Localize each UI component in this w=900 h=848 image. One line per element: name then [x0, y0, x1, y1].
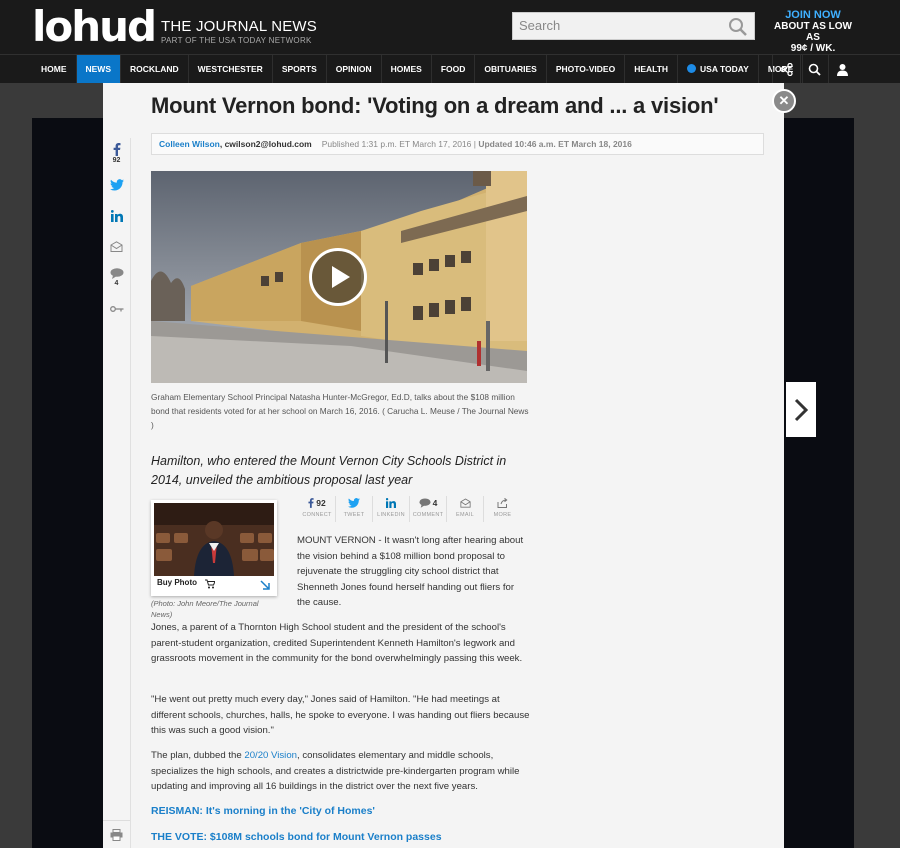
rail-facebook-button[interactable]: 92: [103, 138, 130, 169]
rail-email-button[interactable]: [103, 231, 130, 262]
search-input[interactable]: [519, 18, 719, 33]
share-label: LINKEDIN: [377, 512, 405, 518]
share-label: MORE: [493, 512, 512, 518]
promo-line-2: ABOUT AS LOW AS: [774, 21, 852, 43]
rail-divider: [130, 138, 131, 848]
author-email[interactable]: , cwilson2@lohud.com: [220, 139, 312, 149]
email-icon: [110, 241, 123, 252]
buy-photo-button[interactable]: Buy Photo: [157, 578, 197, 587]
article-headline: Mount Vernon bond: 'Voting on a dream an…: [151, 93, 719, 118]
email-icon: [459, 498, 471, 508]
share-linkedin[interactable]: LINKEDIN: [373, 496, 410, 522]
rail-print-button[interactable]: [103, 820, 130, 848]
twitter-icon: [109, 178, 124, 190]
promo-line-1: JOIN NOW: [785, 9, 841, 21]
rail-more-button[interactable]: [103, 293, 130, 324]
nav-item-health[interactable]: HEALTH: [625, 55, 679, 83]
nav-item-homes[interactable]: HOMES: [382, 55, 432, 83]
nav-items: HOME NEWS ROCKLAND WESTCHESTER SPORTS OP…: [32, 55, 804, 83]
cart-icon[interactable]: [205, 579, 215, 589]
share-out-icon: [497, 498, 508, 508]
video-player[interactable]: [151, 171, 527, 383]
next-article-button[interactable]: [786, 382, 816, 437]
rail-comment-count: 4: [114, 280, 119, 287]
byline: Colleen Wilson, cwilson2@lohud.com Publis…: [151, 133, 764, 155]
inline-photo[interactable]: Buy Photo: [151, 500, 277, 596]
share-label: CONNECT: [302, 512, 332, 518]
nav-item-sports[interactable]: SPORTS: [273, 55, 327, 83]
share-comment[interactable]: 4 COMMENT: [410, 496, 447, 522]
nav-search-icon[interactable]: [800, 55, 828, 83]
share-label: COMMENT: [412, 512, 444, 518]
play-icon: [332, 266, 350, 288]
article-paragraph-2: Jones, a parent of a Thornton High Schoo…: [151, 622, 523, 664]
rail-comment-button[interactable]: 4: [103, 262, 130, 293]
rail-facebook-count: 92: [112, 157, 121, 164]
close-button[interactable]: ✕: [772, 89, 796, 113]
share-comment-count: 4: [432, 498, 438, 508]
facebook-icon: [308, 498, 314, 508]
article-paragraph-4: The plan, dubbed the 20/20 Vision, conso…: [151, 748, 531, 795]
nav-item-news[interactable]: NEWS: [76, 55, 121, 83]
related-link-reisman[interactable]: REISMAN: It's morning in the 'City of Ho…: [151, 805, 375, 817]
vision-link[interactable]: 20/20 Vision: [244, 750, 297, 761]
linkedin-icon: [110, 209, 123, 222]
search-box: [512, 12, 755, 40]
nav-item-home[interactable]: HOME: [32, 55, 77, 83]
nav-item-obituaries[interactable]: OBITUARIES: [475, 55, 547, 83]
promo-line-3: 99¢ / WK.: [790, 43, 836, 54]
related-link-vote[interactable]: THE VOTE: $108M schools bond for Mount V…: [151, 831, 442, 843]
comment-icon: [110, 268, 123, 279]
site-logo[interactable]: lohud: [32, 4, 157, 50]
article-share-bar: 92 CONNECT TWEET LINKEDIN 4 COMMENT EMAI…: [299, 496, 521, 522]
share-facebook[interactable]: 92 CONNECT: [299, 496, 336, 522]
key-icon: [109, 305, 123, 312]
share-label: TWEET: [343, 512, 365, 518]
print-icon: [110, 828, 123, 841]
nav-item-opinion[interactable]: OPINION: [327, 55, 382, 83]
expand-arrow-icon[interactable]: [260, 580, 270, 590]
usa-today-dot-icon: [687, 64, 697, 73]
nav-item-westchester[interactable]: WESTCHESTER: [189, 55, 273, 83]
comment-icon: [419, 498, 431, 508]
article-paragraph-1: MOUNT VERNON - It wasn't long after hear…: [297, 535, 524, 608]
article-paragraph-3: "He went out pretty much every day," Jon…: [151, 694, 530, 736]
photo-image: [154, 503, 274, 576]
nav-item-photo-video[interactable]: PHOTO-VIDEO: [547, 55, 626, 83]
linkedin-icon: [386, 498, 396, 508]
author-link[interactable]: Colleen Wilson: [159, 139, 220, 149]
share-rail: 92 4: [103, 138, 130, 324]
search-icon[interactable]: [728, 17, 748, 37]
main-nav: HOME NEWS ROCKLAND WESTCHESTER SPORTS OP…: [0, 54, 900, 83]
user-icon[interactable]: [828, 55, 856, 83]
paper-subtitle: PART OF THE USA TODAY NETWORK: [161, 36, 312, 45]
article-summary: Hamilton, who entered the Mount Vernon C…: [151, 454, 507, 487]
nav-icons: [772, 55, 856, 83]
share-icon[interactable]: [772, 55, 800, 83]
play-button[interactable]: [309, 248, 367, 306]
rail-twitter-button[interactable]: [103, 169, 130, 200]
site-header: lohud THE JOURNAL NEWS PART OF THE USA T…: [0, 0, 900, 54]
facebook-icon: [113, 143, 120, 156]
rail-linkedin-button[interactable]: [103, 200, 130, 231]
share-twitter[interactable]: TWEET: [336, 496, 373, 522]
updated-time: Updated 10:46 a.m. ET March 18, 2016: [475, 139, 632, 149]
share-email[interactable]: EMAIL: [447, 496, 484, 522]
photo-credit: (Photo: John Meore/The Journal News): [151, 599, 259, 619]
published-time: Published 1:31 p.m. ET March 17, 2016 |: [321, 139, 476, 149]
paper-name: THE JOURNAL NEWS: [161, 18, 317, 35]
nav-item-rockland[interactable]: ROCKLAND: [121, 55, 189, 83]
nav-item-food[interactable]: FOOD: [432, 55, 476, 83]
video-caption: Graham Elementary School Principal Natas…: [151, 392, 529, 430]
share-label: EMAIL: [455, 512, 474, 518]
nav-item-usa-today-label: USA TODAY: [700, 64, 749, 74]
paragraph-4-text-before: The plan, dubbed the: [151, 750, 245, 761]
nav-item-usa-today[interactable]: USA TODAY: [678, 55, 759, 83]
chevron-right-icon: [794, 398, 809, 421]
subscribe-promo[interactable]: JOIN NOW ABOUT AS LOW AS 99¢ / WK.: [768, 9, 858, 54]
twitter-icon: [348, 498, 360, 508]
share-facebook-count: 92: [316, 498, 326, 508]
share-more[interactable]: MORE: [484, 496, 521, 522]
article-modal: 92 4 Mount Vernon bond: 'Voting on a dre…: [103, 83, 796, 848]
